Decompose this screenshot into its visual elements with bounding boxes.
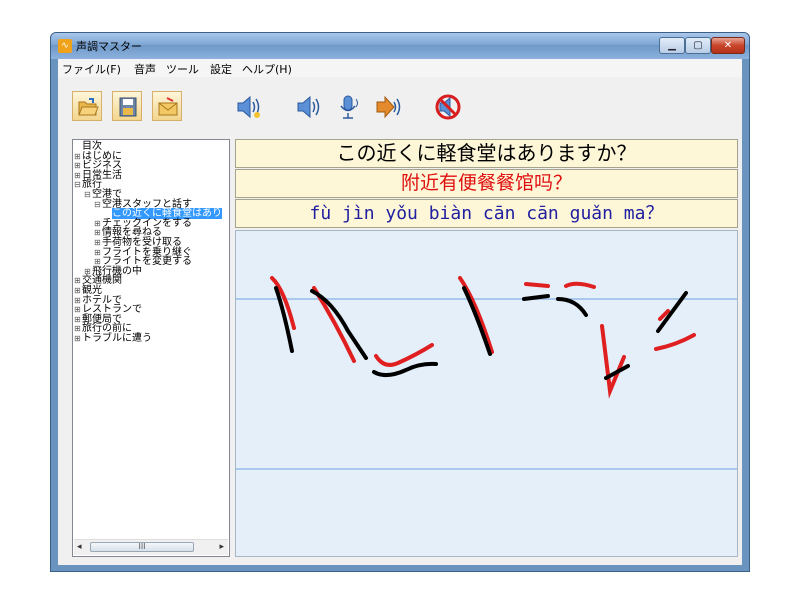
lesson-tree[interactable]: 目次 ⊞はじめに ⊞ビジネス ⊞日常生活 ⊟旅行 ⊟空港で ⊟空港スタッフと話す この近くに軽… (72, 139, 230, 557)
email-icon (158, 97, 178, 116)
expand-icon[interactable]: ⊞ (94, 248, 102, 258)
scroll-right-icon[interactable]: ▸ (219, 542, 224, 552)
collapse-icon[interactable]: ⊟ (94, 200, 102, 210)
stop-icon[interactable] (434, 93, 462, 121)
minimize-button[interactable]: ▁ (659, 37, 685, 54)
expand-icon[interactable]: ⊞ (94, 238, 102, 248)
ref-curve-ma (654, 309, 696, 351)
expand-icon[interactable]: ⊞ (74, 296, 82, 306)
microphone-icon[interactable] (334, 93, 362, 121)
ref-curve-guan (600, 324, 626, 399)
expand-icon[interactable]: ⊞ (74, 276, 82, 286)
open-button[interactable] (72, 91, 102, 121)
expand-icon[interactable]: ⊞ (74, 315, 82, 325)
title-bar[interactable]: ∿ 声調マスター ▁ ▢ ✕ (51, 33, 749, 59)
expand-icon[interactable]: ⊞ (74, 286, 82, 296)
client-area: ファイル(F) 音声 ツール 設定 ヘルプ(H) 目次 ⊞はじめに ⊞ビジネス … (58, 59, 742, 565)
expand-icon[interactable]: ⊞ (74, 161, 82, 171)
tree-item[interactable]: ⊞トラブルに遭う (74, 334, 152, 344)
pinyin-sentence: fù jìn yǒu biàn cān cān guǎn ma？ (235, 199, 738, 228)
open-folder-icon (78, 98, 99, 116)
ref-curve-you (374, 343, 434, 367)
speaker-icon[interactable] (294, 93, 322, 121)
collapse-icon[interactable]: ⊟ (74, 180, 82, 190)
collapse-icon[interactable]: ⊟ (84, 190, 92, 200)
menu-audio[interactable]: 音声 (134, 61, 156, 77)
menu-settings[interactable]: 設定 (210, 61, 232, 77)
menu-file[interactable]: ファイル(F) (62, 61, 121, 77)
expand-icon[interactable]: ⊞ (94, 228, 102, 238)
window-title: 声調マスター (76, 40, 142, 53)
horizontal-scrollbar[interactable]: ◂ III ▸ (74, 539, 228, 555)
chinese-sentence: 附近有便餐餐馆吗？ (235, 169, 738, 198)
toolbar (58, 77, 742, 135)
tone-canvas[interactable] (235, 230, 738, 557)
user-curve-bian (462, 286, 492, 356)
menu-help[interactable]: ヘルプ(H) (242, 61, 292, 77)
tone-graph (236, 276, 737, 470)
ref-curve-can1 (524, 282, 550, 288)
menu-tools[interactable]: ツール (166, 61, 199, 77)
app-window: ∿ 声調マスター ▁ ▢ ✕ ファイル(F) 音声 ツール 設定 ヘルプ(H) (50, 32, 750, 572)
tree-item-label: トラブルに遭う (82, 333, 152, 344)
scroll-left-icon[interactable]: ◂ (77, 542, 82, 552)
minimize-icon: ▁ (668, 40, 676, 51)
ref-curve-can2 (564, 281, 596, 289)
expand-icon[interactable]: ⊞ (74, 324, 82, 334)
expand-icon[interactable]: ⊞ (74, 152, 82, 162)
speaker-play-icon[interactable] (234, 93, 262, 121)
compare-play-icon[interactable] (374, 93, 402, 121)
expand-icon[interactable]: ⊞ (74, 171, 82, 181)
email-button[interactable] (152, 91, 182, 121)
ref-curve-fu (270, 276, 296, 330)
maximize-button[interactable]: ▢ (685, 37, 711, 54)
scroll-thumb[interactable]: III (90, 542, 194, 552)
wave-icon: ∿ (58, 39, 72, 53)
menu-bar: ファイル(F) 音声 ツール 設定 ヘルプ(H) (58, 59, 742, 77)
japanese-sentence: この近くに軽食堂はありますか？ (235, 139, 738, 168)
expand-icon[interactable]: ⊞ (74, 334, 82, 344)
save-icon (119, 97, 137, 117)
user-curves (274, 286, 688, 380)
expand-icon[interactable]: ⊞ (94, 219, 102, 229)
maximize-icon: ▢ (693, 40, 703, 51)
close-button[interactable]: ✕ (711, 37, 745, 54)
close-icon: ✕ (723, 40, 733, 51)
save-button[interactable] (112, 91, 142, 121)
user-curve-can2 (556, 297, 588, 317)
expand-icon[interactable]: ⊞ (74, 305, 82, 315)
